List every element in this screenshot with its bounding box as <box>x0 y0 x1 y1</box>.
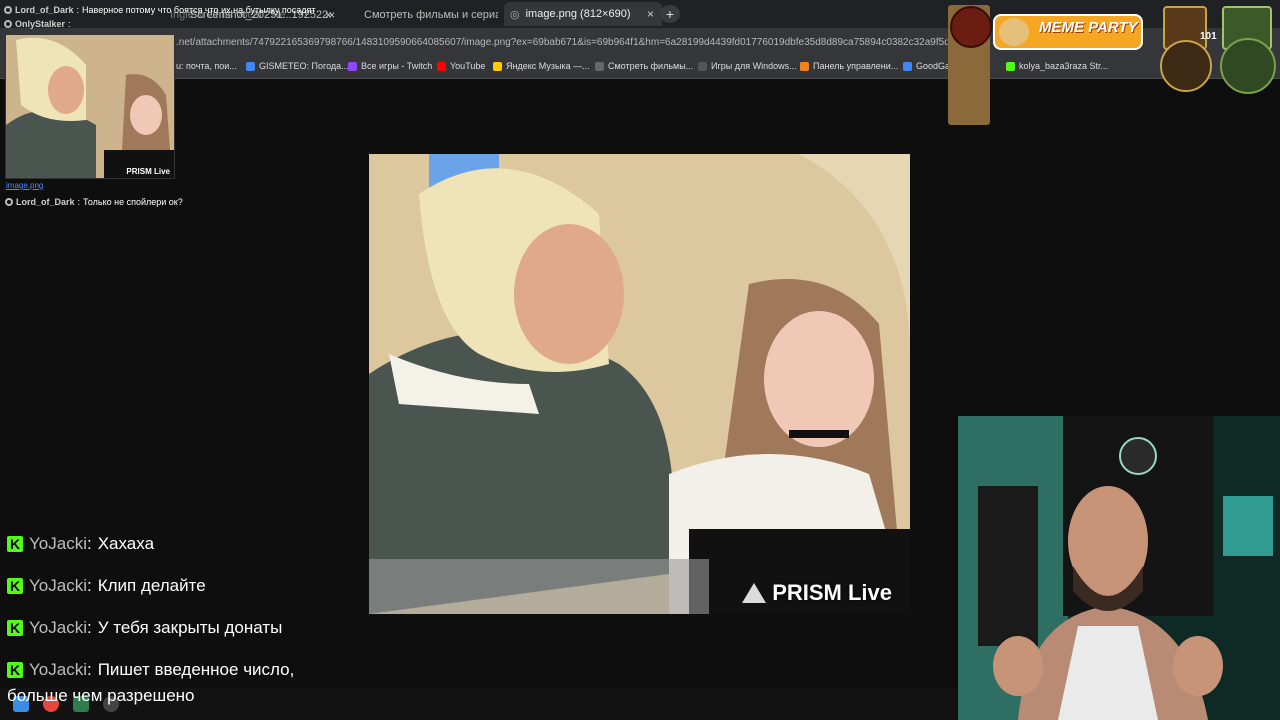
webcam-illustration <box>958 416 1280 720</box>
kick-icon: K <box>7 620 23 636</box>
photo-illustration <box>369 154 910 614</box>
doge-icon <box>999 18 1029 46</box>
close-icon[interactable]: × <box>328 8 338 22</box>
chat-image-thumbnail[interactable]: PRISM Live <box>5 34 175 179</box>
bookmark-gismeteo[interactable]: GISMETEO: Погода... <box>246 61 349 71</box>
chat-username: YoJacki <box>29 660 87 679</box>
goodgame-icon <box>4 6 12 14</box>
kick-icon: K <box>7 662 23 678</box>
chat-separator: : <box>86 576 92 595</box>
chat-message: OnlyStalker: <box>4 17 316 31</box>
kick-chat-message: K YoJacki: У тебя закрыты донаты <box>7 618 282 638</box>
meme-party-label: MEME PARTY <box>1039 19 1138 36</box>
chat-text: Наверное потому что боятся что их на бут… <box>82 5 316 15</box>
meme-party-banner: MEME PARTY <box>993 14 1143 50</box>
chat-separator: : <box>76 5 80 15</box>
goodgame-icon <box>5 198 13 206</box>
chat-message: Lord_of_Dark: Наверное потому что боятся … <box>4 3 316 17</box>
kick-icon: K <box>7 536 23 552</box>
gismeteo-icon <box>246 61 255 71</box>
youtube-icon <box>437 61 446 71</box>
chat-username: YoJacki <box>29 618 87 637</box>
bookmark-label: Смотреть фильмы... <box>608 61 694 71</box>
bookmark-films[interactable]: Смотреть фильмы... <box>595 61 693 71</box>
bookmark-games[interactable]: Игры для Windows... <box>698 61 797 71</box>
chat-text: Хахаха <box>97 534 155 553</box>
bookmark-label: kolya_baza3raza Str... <box>1019 61 1109 71</box>
badge-icon <box>1160 40 1212 92</box>
globe-icon: ◎ <box>510 8 520 21</box>
tab-3-label: Смотреть фильмы и сериалы <box>364 9 498 21</box>
chat-username: Lord_of_Dark <box>16 197 75 207</box>
kick-chat-continuation: больше чем разрешено <box>7 686 195 705</box>
yandex-music-icon <box>493 61 502 71</box>
kick-chat-message: K YoJacki: Пишет введенное число, <box>7 660 294 680</box>
bookmark-mail[interactable]: u: почта, пои... <box>176 61 237 71</box>
kick-chat-message: K YoJacki: Клип делайте <box>7 576 206 596</box>
bookmark-label: GISMETEO: Погода... <box>259 61 349 71</box>
tab-active-label: image.png (812×690) <box>525 8 631 20</box>
bookmark-label: YouTube <box>450 61 486 71</box>
chat-text: Пишет введенное число, <box>97 660 295 679</box>
bookmark-twitch[interactable]: Все игры - Twitch <box>348 61 432 71</box>
bookmark-label: Все игры - Twitch <box>361 61 433 71</box>
prism-label: PRISM Live <box>772 580 892 605</box>
chat-message: Lord_of_Dark: Только не спойлери ок? <box>5 197 183 207</box>
chat-username: YoJacki <box>29 534 87 553</box>
tab-active[interactable]: ◎ image.png (812×690) × <box>504 2 662 26</box>
bookmark-panel[interactable]: Панель управлени... <box>800 61 898 71</box>
prism-logo-icon <box>742 583 767 603</box>
url-field[interactable]: .net/attachments/747922165369798766/1483… <box>176 37 950 48</box>
bookmark-label: Яндекс Музыка —... <box>506 61 590 71</box>
kick-chat-message: K YoJacki: Хахаха <box>7 534 154 554</box>
kick-icon: K <box>7 578 23 594</box>
level-counter: 101 <box>1200 31 1217 42</box>
chat-separator: : <box>86 534 92 553</box>
chat-separator: : <box>77 197 81 207</box>
chat-separator: : <box>68 19 71 29</box>
thumbnail-watermark: PRISM Live <box>126 167 170 176</box>
bookmark-label: Игры для Windows... <box>711 61 797 71</box>
tab-3[interactable]: Смотреть фильмы и сериалы× <box>348 4 498 26</box>
chat-text: У тебя закрыты донаты <box>97 618 283 637</box>
chat-separator: : <box>86 618 92 637</box>
new-tab-button[interactable]: + <box>660 5 680 23</box>
kick-icon <box>1006 61 1015 71</box>
seal-icon <box>950 6 992 48</box>
chat-text: Клип делайте <box>97 576 206 595</box>
skull-badge-icon <box>1220 38 1276 94</box>
chat-text: Только не спойлери ок? <box>83 197 183 207</box>
twitch-icon <box>348 61 357 71</box>
folder-icon <box>698 61 707 71</box>
panel-icon <box>800 61 809 71</box>
prism-live-watermark: PRISM Live <box>742 580 892 606</box>
thumbnail-illustration <box>6 35 174 178</box>
image-link[interactable]: image.png <box>6 181 43 190</box>
bookmark-yandex-music[interactable]: Яндекс Музыка —... <box>493 61 590 71</box>
chat-separator: : <box>86 660 92 679</box>
displayed-image[interactable]: PRISM Live <box>369 154 910 614</box>
goodgame-icon <box>4 20 12 28</box>
bookmark-label: u: почта, пои... <box>176 61 237 71</box>
chat-username: OnlyStalker <box>15 19 66 29</box>
bookmark-youtube[interactable]: YouTube <box>437 61 485 71</box>
goodgame-icon <box>903 61 912 71</box>
film-icon <box>595 61 604 71</box>
chat-username: YoJacki <box>29 576 87 595</box>
chat-overlay-top: Lord_of_Dark: Наверное потому что боятся … <box>4 3 316 31</box>
bookmark-kick[interactable]: kolya_baza3raza Str... <box>1006 61 1108 71</box>
bookmark-label: Панель управлени... <box>813 61 899 71</box>
webcam-feed <box>958 416 1280 720</box>
chat-username: Lord_of_Dark <box>15 5 74 15</box>
